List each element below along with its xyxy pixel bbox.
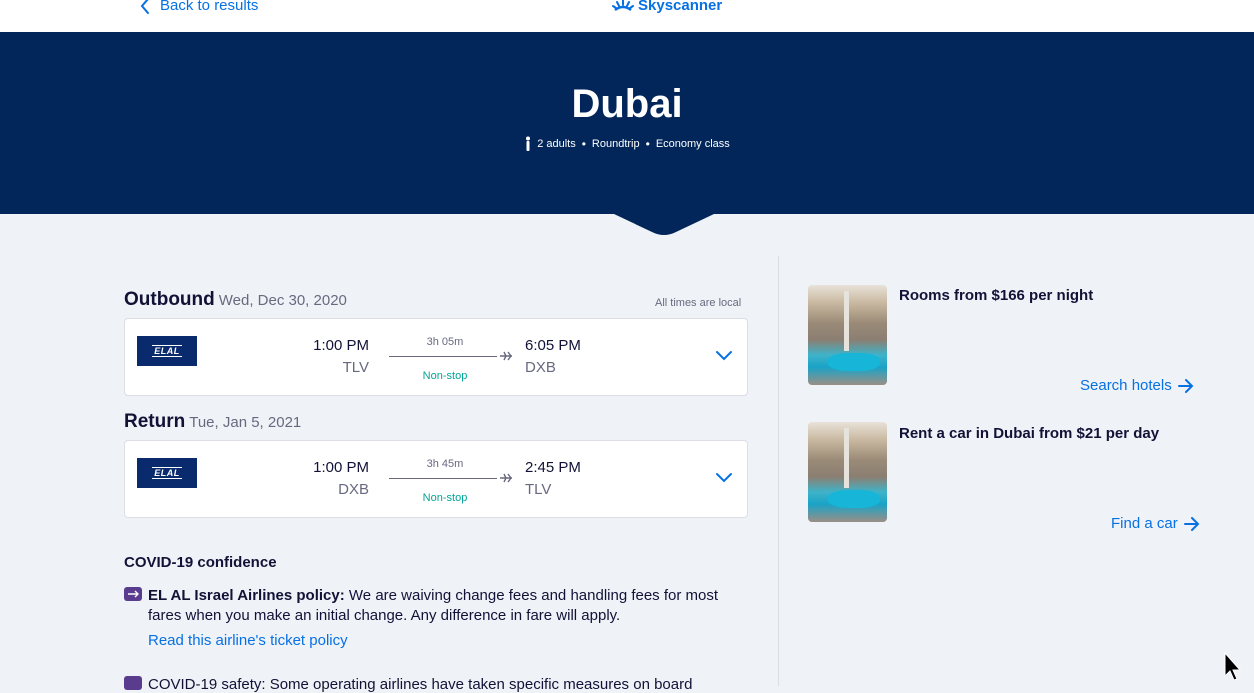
flight-duration: 3h 05m — [426, 336, 464, 348]
back-label: Back to results — [160, 0, 259, 14]
outbound-label: Outbound — [124, 289, 215, 310]
airline-policy-text: EL AL Israel Airlines policy: We are wai… — [148, 586, 748, 626]
departure: 1:00 PM TLV — [295, 337, 369, 376]
chevron-left-icon — [140, 0, 149, 14]
search-hotels-label: Search hotels — [1080, 377, 1172, 394]
search-hotels-link[interactable]: Search hotels — [1080, 377, 1194, 394]
arrival-time: 2:45 PM — [525, 459, 581, 476]
arrival-airport: TLV — [525, 481, 552, 498]
return-header: Return Tue, Jan 5, 2021 — [124, 411, 301, 433]
departure-airport: DXB — [338, 481, 369, 498]
skyscanner-logo[interactable]: Skyscanner — [611, 0, 722, 14]
arrow-right-icon — [1183, 516, 1200, 531]
find-a-car-label: Find a car — [1111, 515, 1178, 532]
airline-logo: ELAL — [137, 458, 197, 488]
stops-label: Non-stop — [422, 492, 468, 504]
column-divider — [778, 256, 779, 686]
airline-logo: ELAL — [137, 336, 197, 366]
arrow-right-icon — [1177, 378, 1194, 393]
top-bar: Back to results Skyscanner — [0, 0, 1254, 32]
chevron-down-icon[interactable] — [715, 471, 733, 483]
departure: 1:00 PM DXB — [295, 459, 369, 498]
arrival-time: 6:05 PM — [525, 337, 581, 354]
outbound-header: Outbound Wed, Dec 30, 2020 — [124, 289, 347, 311]
departure-time: 1:00 PM — [313, 337, 369, 354]
plane-icon — [500, 351, 512, 361]
arrival: 6:05 PM DXB — [525, 337, 581, 376]
sunrise-logo-icon — [612, 0, 634, 11]
times-local-note: All times are local — [655, 297, 742, 309]
trip-type: Roundtrip — [591, 138, 640, 150]
plane-icon — [500, 473, 512, 483]
departure-time: 1:00 PM — [313, 459, 369, 476]
route-line — [389, 356, 497, 357]
dubai-car-image — [808, 422, 887, 522]
find-a-car-link[interactable]: Find a car — [1111, 515, 1200, 532]
outbound-flight-card[interactable]: ELAL 1:00 PM TLV 3h 05m Non-stop 6:05 PM… — [124, 318, 748, 396]
arrival-airport: DXB — [525, 359, 556, 376]
person-icon — [526, 136, 531, 151]
destination-hero: Dubai 2 adults • Roundtrip • Economy cla… — [0, 32, 1254, 214]
back-to-results-link[interactable]: Back to results — [140, 0, 258, 14]
return-date: Tue, Jan 5, 2021 — [189, 414, 302, 431]
logo-text: Skyscanner — [638, 0, 723, 14]
chevron-down-icon[interactable] — [715, 349, 733, 361]
hotels-offer-title: Rooms from $166 per night — [899, 287, 1094, 304]
return-label: Return — [124, 411, 186, 432]
stops-label: Non-stop — [422, 370, 468, 382]
covid-confidence-heading: COVID-19 confidence — [124, 554, 277, 571]
outbound-date: Wed, Dec 30, 2020 — [218, 292, 347, 309]
cars-offer-title: Rent a car in Dubai from $21 per day — [899, 425, 1160, 442]
departure-airport: TLV — [342, 359, 369, 376]
separator-dot: • — [581, 137, 586, 151]
separator-dot: • — [645, 137, 650, 151]
mouse-cursor-icon — [1224, 652, 1242, 681]
safety-icon — [124, 676, 142, 690]
cabin-class: Economy class — [655, 138, 730, 150]
return-flight-card[interactable]: ELAL 1:00 PM DXB 3h 45m Non-stop 2:45 PM… — [124, 440, 748, 518]
route-line — [389, 478, 497, 479]
passenger-count: 2 adults — [537, 138, 576, 150]
destination-title: Dubai — [571, 82, 683, 126]
ticket-policy-link[interactable]: Read this airline's ticket policy — [148, 632, 348, 649]
trip-summary: 2 adults • Roundtrip • Economy class — [0, 136, 1254, 152]
flight-duration: 3h 45m — [426, 458, 464, 470]
arrival: 2:45 PM TLV — [525, 459, 581, 498]
dubai-hotel-image — [808, 285, 887, 385]
covid-safety-text: COVID-19 safety: Some operating airlines… — [148, 676, 693, 693]
policy-airline-name: EL AL Israel Airlines policy: — [148, 587, 345, 604]
hero-notch — [614, 212, 714, 235]
ticket-policy-icon — [124, 587, 142, 601]
